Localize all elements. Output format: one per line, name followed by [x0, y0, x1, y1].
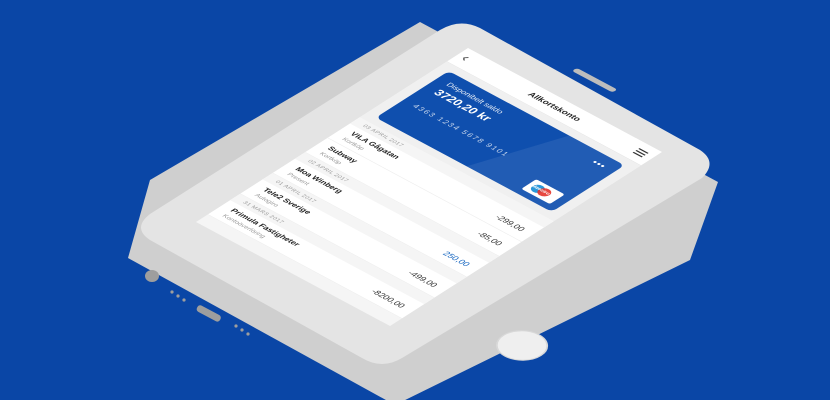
transaction-amount: -499,00	[405, 269, 440, 289]
transaction-amount: 250,00	[440, 249, 473, 268]
stage: ‹ Allkortskonto Disponibelt saldo 3720,2…	[0, 0, 830, 400]
ellipsis-icon[interactable]: •••	[589, 158, 610, 170]
transaction-amount: -85,00	[474, 230, 505, 248]
headphone-jack	[145, 270, 159, 282]
maestro-logo-text: Maestro	[529, 183, 552, 196]
maestro-logo: Maestro	[521, 179, 565, 205]
